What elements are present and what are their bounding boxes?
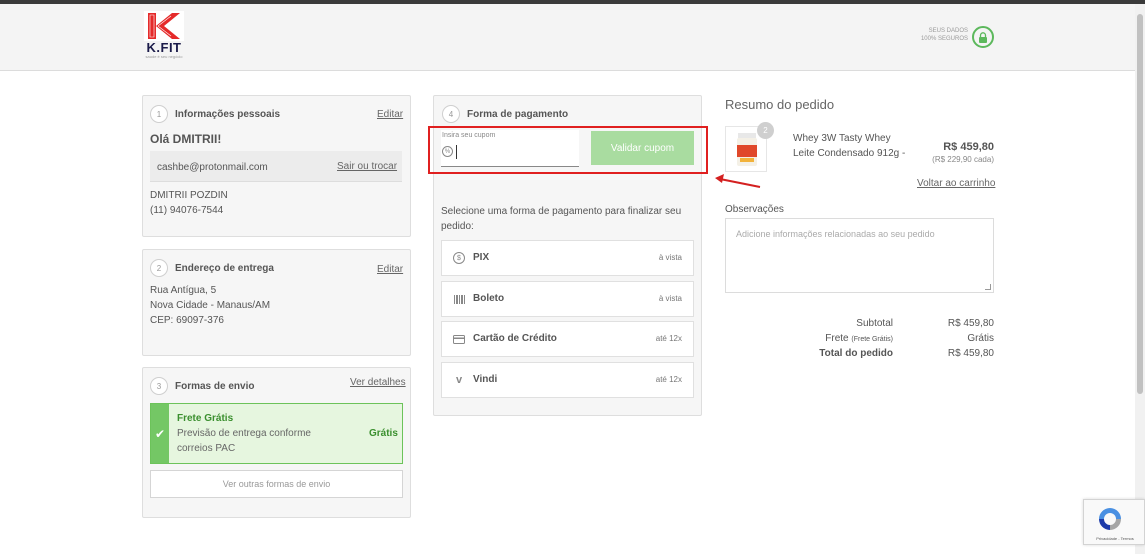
shipping-value: Grátis <box>967 333 994 344</box>
shipping-option-desc-1: Previsão de entrega conforme <box>177 428 311 439</box>
notes-label: Observações <box>725 204 784 215</box>
subtotal-value: R$ 459,80 <box>947 318 994 329</box>
user-email: cashbe@protonmail.com <box>157 162 268 173</box>
shipping-option-price: Grátis <box>369 428 398 439</box>
payment-option-terms: até 12x <box>655 334 682 343</box>
step-3-indicator: 3 <box>150 377 168 395</box>
shipping-label-sub: (Frete Grátis) <box>851 336 893 343</box>
step-1-indicator: 1 <box>150 105 168 123</box>
address-line-3: CEP: 69097-376 <box>150 315 224 326</box>
secure-data-label: SEUS DADOS 100% SEGUROS <box>918 27 968 43</box>
shipping-details-link[interactable]: Ver detalhes <box>350 377 406 388</box>
payment-option-terms: até 12x <box>655 375 682 384</box>
payment-option-boleto[interactable]: Boleto à vista <box>441 281 694 317</box>
shipping-label-main: Frete <box>825 333 849 344</box>
address-line-2: Nova Cidade - Manaus/AM <box>150 300 271 311</box>
edit-address-link[interactable]: Editar <box>377 264 403 275</box>
secure-line-1: SEUS DADOS <box>928 28 968 34</box>
personal-info-title: Informações pessoais <box>175 109 281 120</box>
lock-icon <box>972 26 994 48</box>
shipping-title: Formas de envio <box>175 381 255 392</box>
back-to-cart-link[interactable]: Voltar ao carrinho <box>917 178 995 189</box>
total-value: R$ 459,80 <box>947 348 994 359</box>
user-phone: (11) 94076-7544 <box>150 205 224 216</box>
secure-line-2: 100% SEGUROS <box>920 36 968 42</box>
payment-option-name: Vindi <box>473 374 498 385</box>
product-unit-price: (R$ 229,90 cada) <box>932 155 994 164</box>
shipping-option-desc-2: correios PAC <box>177 443 236 454</box>
switch-account-link[interactable]: Sair ou trocar <box>337 161 397 172</box>
pix-coin-icon: $ <box>453 252 465 264</box>
product-price: R$ 459,80 <box>943 141 994 153</box>
credit-card-icon <box>453 333 465 345</box>
kfit-logo[interactable]: K.FIT saude é seu negócio <box>142 11 186 61</box>
barcode-icon <box>453 293 465 305</box>
address-line-1: Rua Antígua, 5 <box>150 285 217 296</box>
payment-option-name: PIX <box>473 252 490 263</box>
notes-textarea[interactable]: Adicione informações relacionadas ao seu… <box>725 218 994 293</box>
recaptcha-badge[interactable]: Privacidade - Termos <box>1083 499 1145 545</box>
recaptcha-logo-icon <box>1099 508 1121 530</box>
payment-option-name: Boleto <box>473 293 505 304</box>
logo-text: K.FIT <box>146 40 182 55</box>
logo-mark-icon <box>144 11 184 41</box>
edit-personal-link[interactable]: Editar <box>377 109 403 120</box>
payment-option-pix[interactable]: $ PIX à vista <box>441 240 694 276</box>
vindi-logo-icon: v <box>455 374 463 386</box>
check-icon: ✔ <box>151 404 169 463</box>
payment-instructions: Selecione uma forma de pagamento para fi… <box>441 206 682 232</box>
subtotal-label: Subtotal <box>856 318 893 329</box>
payment-option-terms: à vista <box>658 253 682 262</box>
product-name-line-1[interactable]: Whey 3W Tasty Whey <box>793 131 891 146</box>
coupon-highlight-box <box>428 126 708 174</box>
payment-title: Forma de pagamento <box>467 109 569 120</box>
other-shipping-button[interactable]: Ver outras formas de envio <box>150 470 403 498</box>
address-title: Endereço de entrega <box>175 263 274 274</box>
user-name: DMITRII POZDIN <box>150 190 228 201</box>
payment-option-credit-card[interactable]: Cartão de Crédito até 12x <box>441 321 694 357</box>
shipping-label: Frete (Frete Grátis) <box>770 333 893 344</box>
summary-title: Resumo do pedido <box>725 97 835 112</box>
resize-handle-icon <box>985 284 991 290</box>
logo-tagline: saude é seu negócio <box>145 54 183 59</box>
shipping-option-name: Frete Grátis <box>177 413 234 424</box>
greeting: Olá DMITRII! <box>150 132 222 146</box>
product-name-line-2[interactable]: Leite Condensado 912g - <box>793 146 905 161</box>
recaptcha-footer[interactable]: Privacidade - Termos <box>1086 536 1144 541</box>
product-quantity-badge: 2 <box>757 122 774 139</box>
step-2-indicator: 2 <box>150 259 168 277</box>
step-4-indicator: 4 <box>442 105 460 123</box>
arrow-icon <box>715 174 761 188</box>
payment-option-terms: à vista <box>658 294 682 303</box>
payment-option-vindi[interactable]: v Vindi até 12x <box>441 362 694 398</box>
payment-option-name: Cartão de Crédito <box>473 333 557 344</box>
scrollbar-thumb[interactable] <box>1137 14 1143 394</box>
total-label: Total do pedido <box>819 348 893 359</box>
